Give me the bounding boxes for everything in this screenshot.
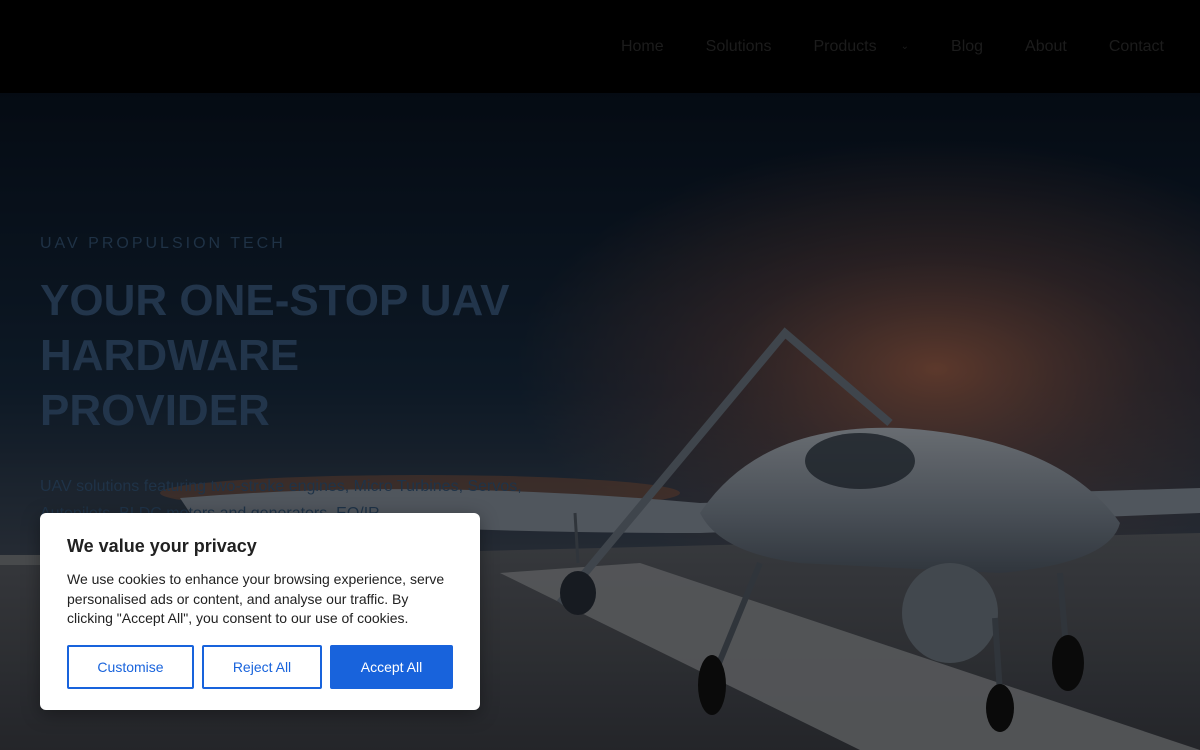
site-header: Home Solutions Products ⌄ Blog About Con… (0, 0, 1200, 93)
chevron-down-icon[interactable]: ⌄ (901, 41, 909, 52)
page: Home Solutions Products ⌄ Blog About Con… (0, 0, 1200, 750)
nav-home-link[interactable]: Home (621, 38, 664, 56)
nav-solutions-link[interactable]: Solutions (706, 38, 772, 56)
customise-button[interactable]: Customise (67, 645, 194, 689)
accept-all-button[interactable]: Accept All (330, 645, 453, 689)
hero-eyebrow: UAV PROPULSION TECH (40, 235, 286, 252)
cookie-consent-dialog: We value your privacy We use cookies to … (40, 513, 480, 710)
hero-headline: YOUR ONE-STOP UAV HARDWARE PROVIDER (40, 276, 510, 435)
nav-contact-link[interactable]: Contact (1109, 38, 1164, 56)
cookie-title: We value your privacy (67, 536, 257, 556)
nav-blog-link[interactable]: Blog (951, 38, 983, 56)
main-nav: Home Solutions Products ⌄ Blog About Con… (621, 0, 1164, 93)
reject-all-button[interactable]: Reject All (202, 645, 322, 689)
nav-products-label[interactable]: Products (813, 38, 876, 56)
cookie-body: We use cookies to enhance your browsing … (67, 571, 445, 626)
nav-products-menu[interactable]: Products ⌄ (813, 38, 909, 56)
nav-about-link[interactable]: About (1025, 38, 1067, 56)
